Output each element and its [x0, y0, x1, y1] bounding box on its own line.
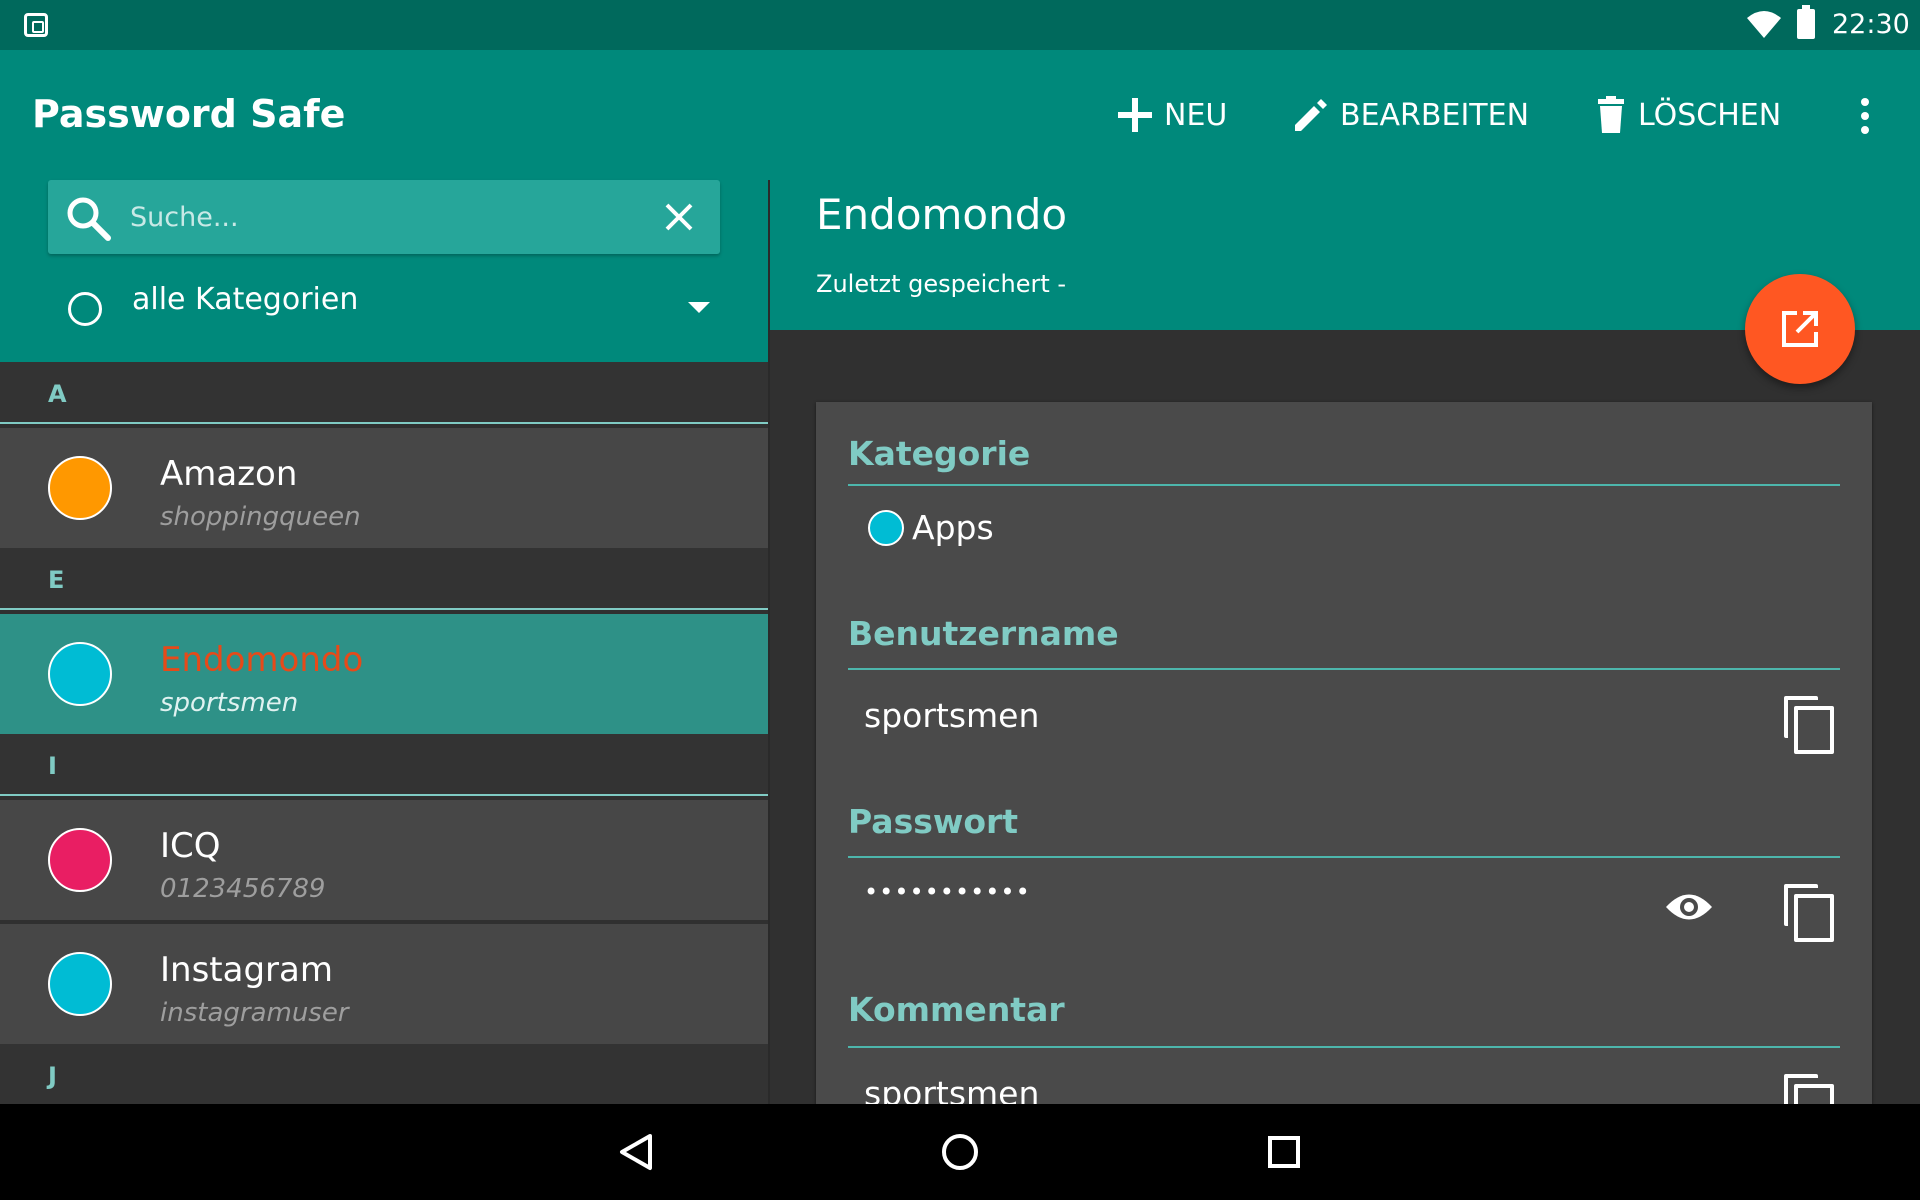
copy-comment-icon[interactable] [1784, 1074, 1834, 1104]
list-item-selected[interactable]: Endomondo sportsmen [0, 614, 768, 734]
item-title: Endomondo [160, 640, 364, 680]
category-field-label: Kategorie [848, 434, 1031, 473]
delete-button[interactable]: LÖSCHEN [1594, 90, 1781, 140]
field-divider [848, 668, 1840, 670]
detail-body[interactable]: Kategorie Apps Benutzername sportsmen Pa… [770, 330, 1920, 1104]
item-subtitle: 0123456789 [160, 874, 326, 904]
status-bar: 22:30 [0, 0, 1920, 50]
field-divider [848, 484, 1840, 486]
app-notification-icon [24, 13, 48, 37]
navigation-bar [0, 1104, 1920, 1200]
overflow-menu-icon[interactable] [1850, 94, 1880, 138]
pencil-icon [1295, 99, 1327, 131]
comment-value: sportsmen [864, 1074, 1040, 1104]
list-item[interactable]: ICQ 0123456789 [0, 800, 768, 920]
search-icon [67, 197, 111, 241]
app-root: 22:30 Password Safe NEU BEARBEITEN LÖSCH… [0, 0, 1920, 1200]
plus-icon [1118, 98, 1152, 132]
item-subtitle: instagramuser [160, 998, 349, 1028]
status-time: 22:30 [1832, 9, 1910, 40]
section-header: J [0, 1044, 768, 1104]
category-color-dot [48, 828, 112, 892]
detail-title: Endomondo [816, 190, 1068, 239]
home-icon[interactable] [940, 1132, 980, 1172]
detail-card: Kategorie Apps Benutzername sportsmen Pa… [816, 402, 1872, 1104]
dropdown-arrow-icon [688, 302, 710, 313]
edit-button[interactable]: BEARBEITEN [1292, 90, 1529, 140]
section-letter: E [48, 566, 65, 594]
section-letter: I [48, 752, 57, 780]
item-subtitle: sportsmen [160, 688, 299, 718]
section-header: I [0, 734, 768, 796]
item-subtitle: shoppingqueen [160, 502, 361, 532]
app-title: Password Safe [32, 92, 346, 136]
field-divider [848, 1046, 1840, 1048]
back-icon[interactable] [616, 1132, 656, 1172]
clear-search-icon[interactable] [662, 200, 696, 234]
wifi-icon [1747, 11, 1781, 38]
category-value: Apps [912, 508, 994, 547]
field-divider [848, 856, 1840, 858]
comment-field-label: Kommentar [848, 990, 1065, 1029]
open-external-fab[interactable] [1745, 274, 1855, 384]
app-bar: Password Safe NEU BEARBEITEN LÖSCHEN [0, 50, 1920, 180]
category-color-dot [868, 510, 904, 546]
category-dropdown[interactable]: alle Kategorien [48, 270, 720, 340]
list-item[interactable]: Amazon shoppingqueen [0, 428, 768, 548]
detail-subtitle: Zuletzt gespeichert - [816, 270, 1067, 298]
show-password-icon[interactable] [1664, 890, 1714, 924]
section-letter: J [48, 1062, 57, 1090]
delete-button-label: LÖSCHEN [1638, 97, 1782, 133]
password-value: ••••••••••• [864, 878, 1031, 906]
username-value: sportsmen [864, 696, 1040, 735]
list-header: alle Kategorien [0, 180, 768, 362]
item-title: Instagram [160, 950, 333, 990]
item-title: ICQ [160, 826, 221, 866]
username-field-label: Benutzername [848, 614, 1119, 653]
detail-header: Endomondo Zuletzt gespeichert - [770, 180, 1920, 330]
category-color-dot [48, 952, 112, 1016]
new-button[interactable]: NEU [1116, 90, 1227, 140]
recents-icon[interactable] [1264, 1132, 1304, 1172]
category-dropdown-label: alle Kategorien [132, 282, 359, 317]
entry-list[interactable]: A Amazon shoppingqueen E Endomondo sport… [0, 362, 768, 1104]
section-header: E [0, 548, 768, 610]
category-color-dot [48, 456, 112, 520]
copy-username-icon[interactable] [1784, 696, 1834, 754]
battery-icon [1797, 5, 1815, 39]
password-field-label: Passwort [848, 802, 1019, 841]
category-radio-icon [68, 292, 102, 326]
search-box [48, 180, 720, 254]
category-color-dot [48, 642, 112, 706]
list-item[interactable]: Instagram instagramuser [0, 924, 768, 1044]
open-external-icon [1782, 311, 1818, 347]
section-header: A [0, 362, 768, 424]
copy-password-icon[interactable] [1784, 884, 1834, 942]
search-input[interactable] [130, 196, 630, 238]
new-button-label: NEU [1164, 97, 1228, 133]
item-title: Amazon [160, 454, 298, 494]
section-letter: A [48, 380, 67, 408]
edit-button-label: BEARBEITEN [1340, 97, 1530, 133]
trash-icon [1598, 96, 1624, 133]
